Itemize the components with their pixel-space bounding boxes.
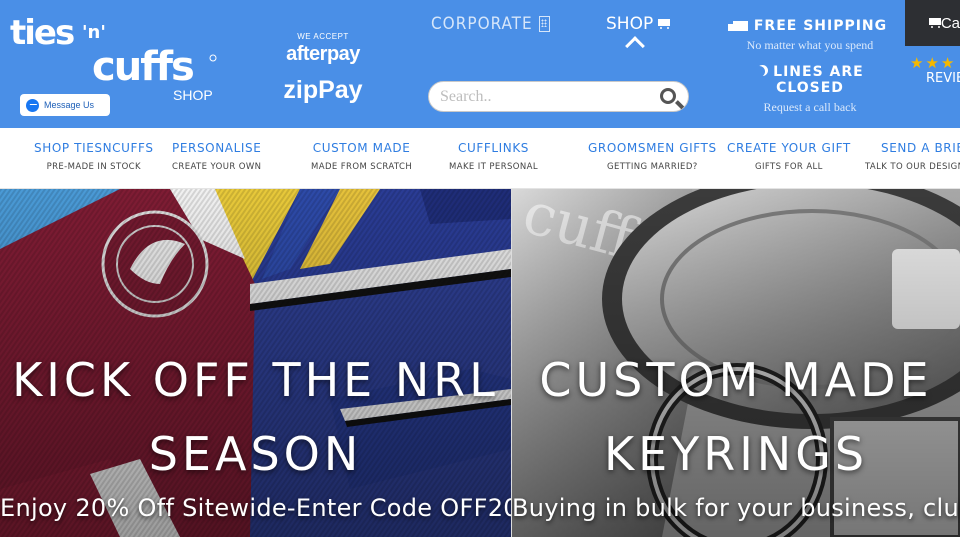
nav-item-label: SEND A BRIEF bbox=[881, 141, 960, 155]
logo-graphic: ties 'n' cuffs SHOP bbox=[10, 14, 217, 103]
search-bar bbox=[428, 81, 689, 112]
nav-item-label: CREATE YOUR GIFT bbox=[727, 141, 851, 155]
cart-button[interactable]: Ca bbox=[905, 0, 960, 46]
building-icon bbox=[538, 16, 550, 32]
lines-title: LINES ARE CLOSED bbox=[773, 64, 864, 96]
truck-icon bbox=[727, 21, 748, 31]
banner-title: CUSTOM MADE KEYRINGS bbox=[539, 353, 933, 481]
nav-item-personalise[interactable]: PERSONALISE CREATE YOUR OWN bbox=[172, 141, 261, 172]
reviews-link[interactable]: REVIE bbox=[926, 71, 960, 86]
moon-icon bbox=[754, 66, 765, 77]
nav-item-shop-tiesncuffs[interactable]: SHOP TIESNCUFFS PRE-MADE IN STOCK bbox=[34, 141, 154, 172]
nav-item-cufflinks[interactable]: CUFFLINKS MAKE IT PERSONAL bbox=[449, 141, 538, 172]
corporate-link[interactable]: CORPORATE bbox=[431, 14, 550, 34]
nav-item-label: CUSTOM MADE bbox=[312, 141, 411, 155]
keyrings-promo-banner[interactable]: cuffs CUSTOM MADE KEYRINGS Buying in bul… bbox=[512, 189, 960, 537]
shop-link[interactable]: SHOP bbox=[606, 14, 672, 34]
nav-item-groomsmen-gifts[interactable]: GROOMSMEN GIFTS GETTING MARRIED? bbox=[588, 141, 717, 172]
cart-label: Ca bbox=[940, 14, 960, 32]
banner-subtitle: Buying in bulk for your business, club bbox=[512, 494, 960, 522]
afterpay-logo: afterpay bbox=[286, 43, 360, 65]
free-shipping-sub: No matter what you spend bbox=[746, 38, 874, 52]
corporate-label: CORPORATE bbox=[431, 14, 533, 34]
nav-item-sublabel: MAKE IT PERSONAL bbox=[449, 162, 538, 172]
review-stars: ★★★ bbox=[910, 55, 957, 72]
cart-icon bbox=[927, 17, 941, 29]
free-shipping-info: FREE SHIPPING No matter what you spend bbox=[727, 18, 892, 53]
request-callback-link[interactable]: Request a call back bbox=[734, 100, 886, 115]
message-us-label: Message Us bbox=[44, 100, 95, 110]
nav-item-custom-made[interactable]: CUSTOM MADE MADE FROM SCRATCH bbox=[311, 141, 412, 172]
nav-item-label: PERSONALISE bbox=[172, 141, 262, 155]
we-accept-label: WE ACCEPT bbox=[297, 32, 349, 41]
site-logo[interactable]: ties 'n' cuffs SHOP bbox=[10, 14, 220, 104]
nav-item-label: SHOP TIESNCUFFS bbox=[34, 141, 154, 155]
svg-text:'n': 'n' bbox=[82, 22, 106, 43]
nrl-promo-banner[interactable]: KICK OFF THE NRL SEASON Enjoy 20% Off Si… bbox=[0, 189, 511, 537]
phone-lines-status: LINES ARE CLOSED Request a call back bbox=[734, 64, 886, 115]
nav-item-sublabel: CREATE YOUR OWN bbox=[172, 162, 262, 172]
nav-item-label: GROOMSMEN GIFTS bbox=[588, 141, 717, 155]
nav-item-sublabel: MADE FROM SCRATCH bbox=[311, 162, 413, 172]
cart-icon bbox=[656, 18, 672, 30]
banner-title: KICK OFF THE NRL SEASON bbox=[12, 353, 499, 481]
site-header: ties 'n' cuffs SHOP Message Us WE ACCEPT… bbox=[0, 0, 960, 128]
svg-text:ties: ties bbox=[10, 14, 74, 53]
messenger-icon bbox=[26, 98, 39, 112]
nav-item-sublabel: PRE-MADE IN STOCK bbox=[46, 162, 141, 172]
nav-item-sublabel: GIFTS FOR ALL bbox=[755, 162, 823, 172]
nav-item-label: CUFFLINKS bbox=[457, 141, 530, 155]
search-input[interactable] bbox=[440, 86, 650, 108]
search-icon[interactable] bbox=[660, 88, 676, 104]
svg-text:cuffs: cuffs bbox=[92, 44, 193, 90]
nav-item-create-your-gift[interactable]: CREATE YOUR GIFT GIFTS FOR ALL bbox=[727, 141, 851, 172]
payment-options: WE ACCEPT afterpay zipPay bbox=[268, 32, 378, 105]
zippay-logo: zipPay bbox=[283, 76, 363, 104]
svg-text:SHOP: SHOP bbox=[173, 87, 213, 103]
message-us-button[interactable]: Message Us bbox=[20, 94, 110, 116]
nav-item-send-a-brief[interactable]: SEND A BRIEF TALK TO OUR DESIGN bbox=[865, 141, 960, 172]
shop-label: SHOP bbox=[606, 14, 654, 34]
banner-subtitle: Enjoy 20% Off Sitewide-Enter Code OFF20 … bbox=[0, 494, 511, 522]
nav-item-sublabel: TALK TO OUR DESIGN bbox=[865, 162, 960, 172]
chevron-up-icon[interactable] bbox=[625, 36, 645, 56]
main-nav: SHOP TIESNCUFFS PRE-MADE IN STOCK PERSON… bbox=[0, 128, 960, 189]
free-shipping-title: FREE SHIPPING bbox=[753, 18, 888, 34]
nav-item-sublabel: GETTING MARRIED? bbox=[607, 162, 698, 172]
